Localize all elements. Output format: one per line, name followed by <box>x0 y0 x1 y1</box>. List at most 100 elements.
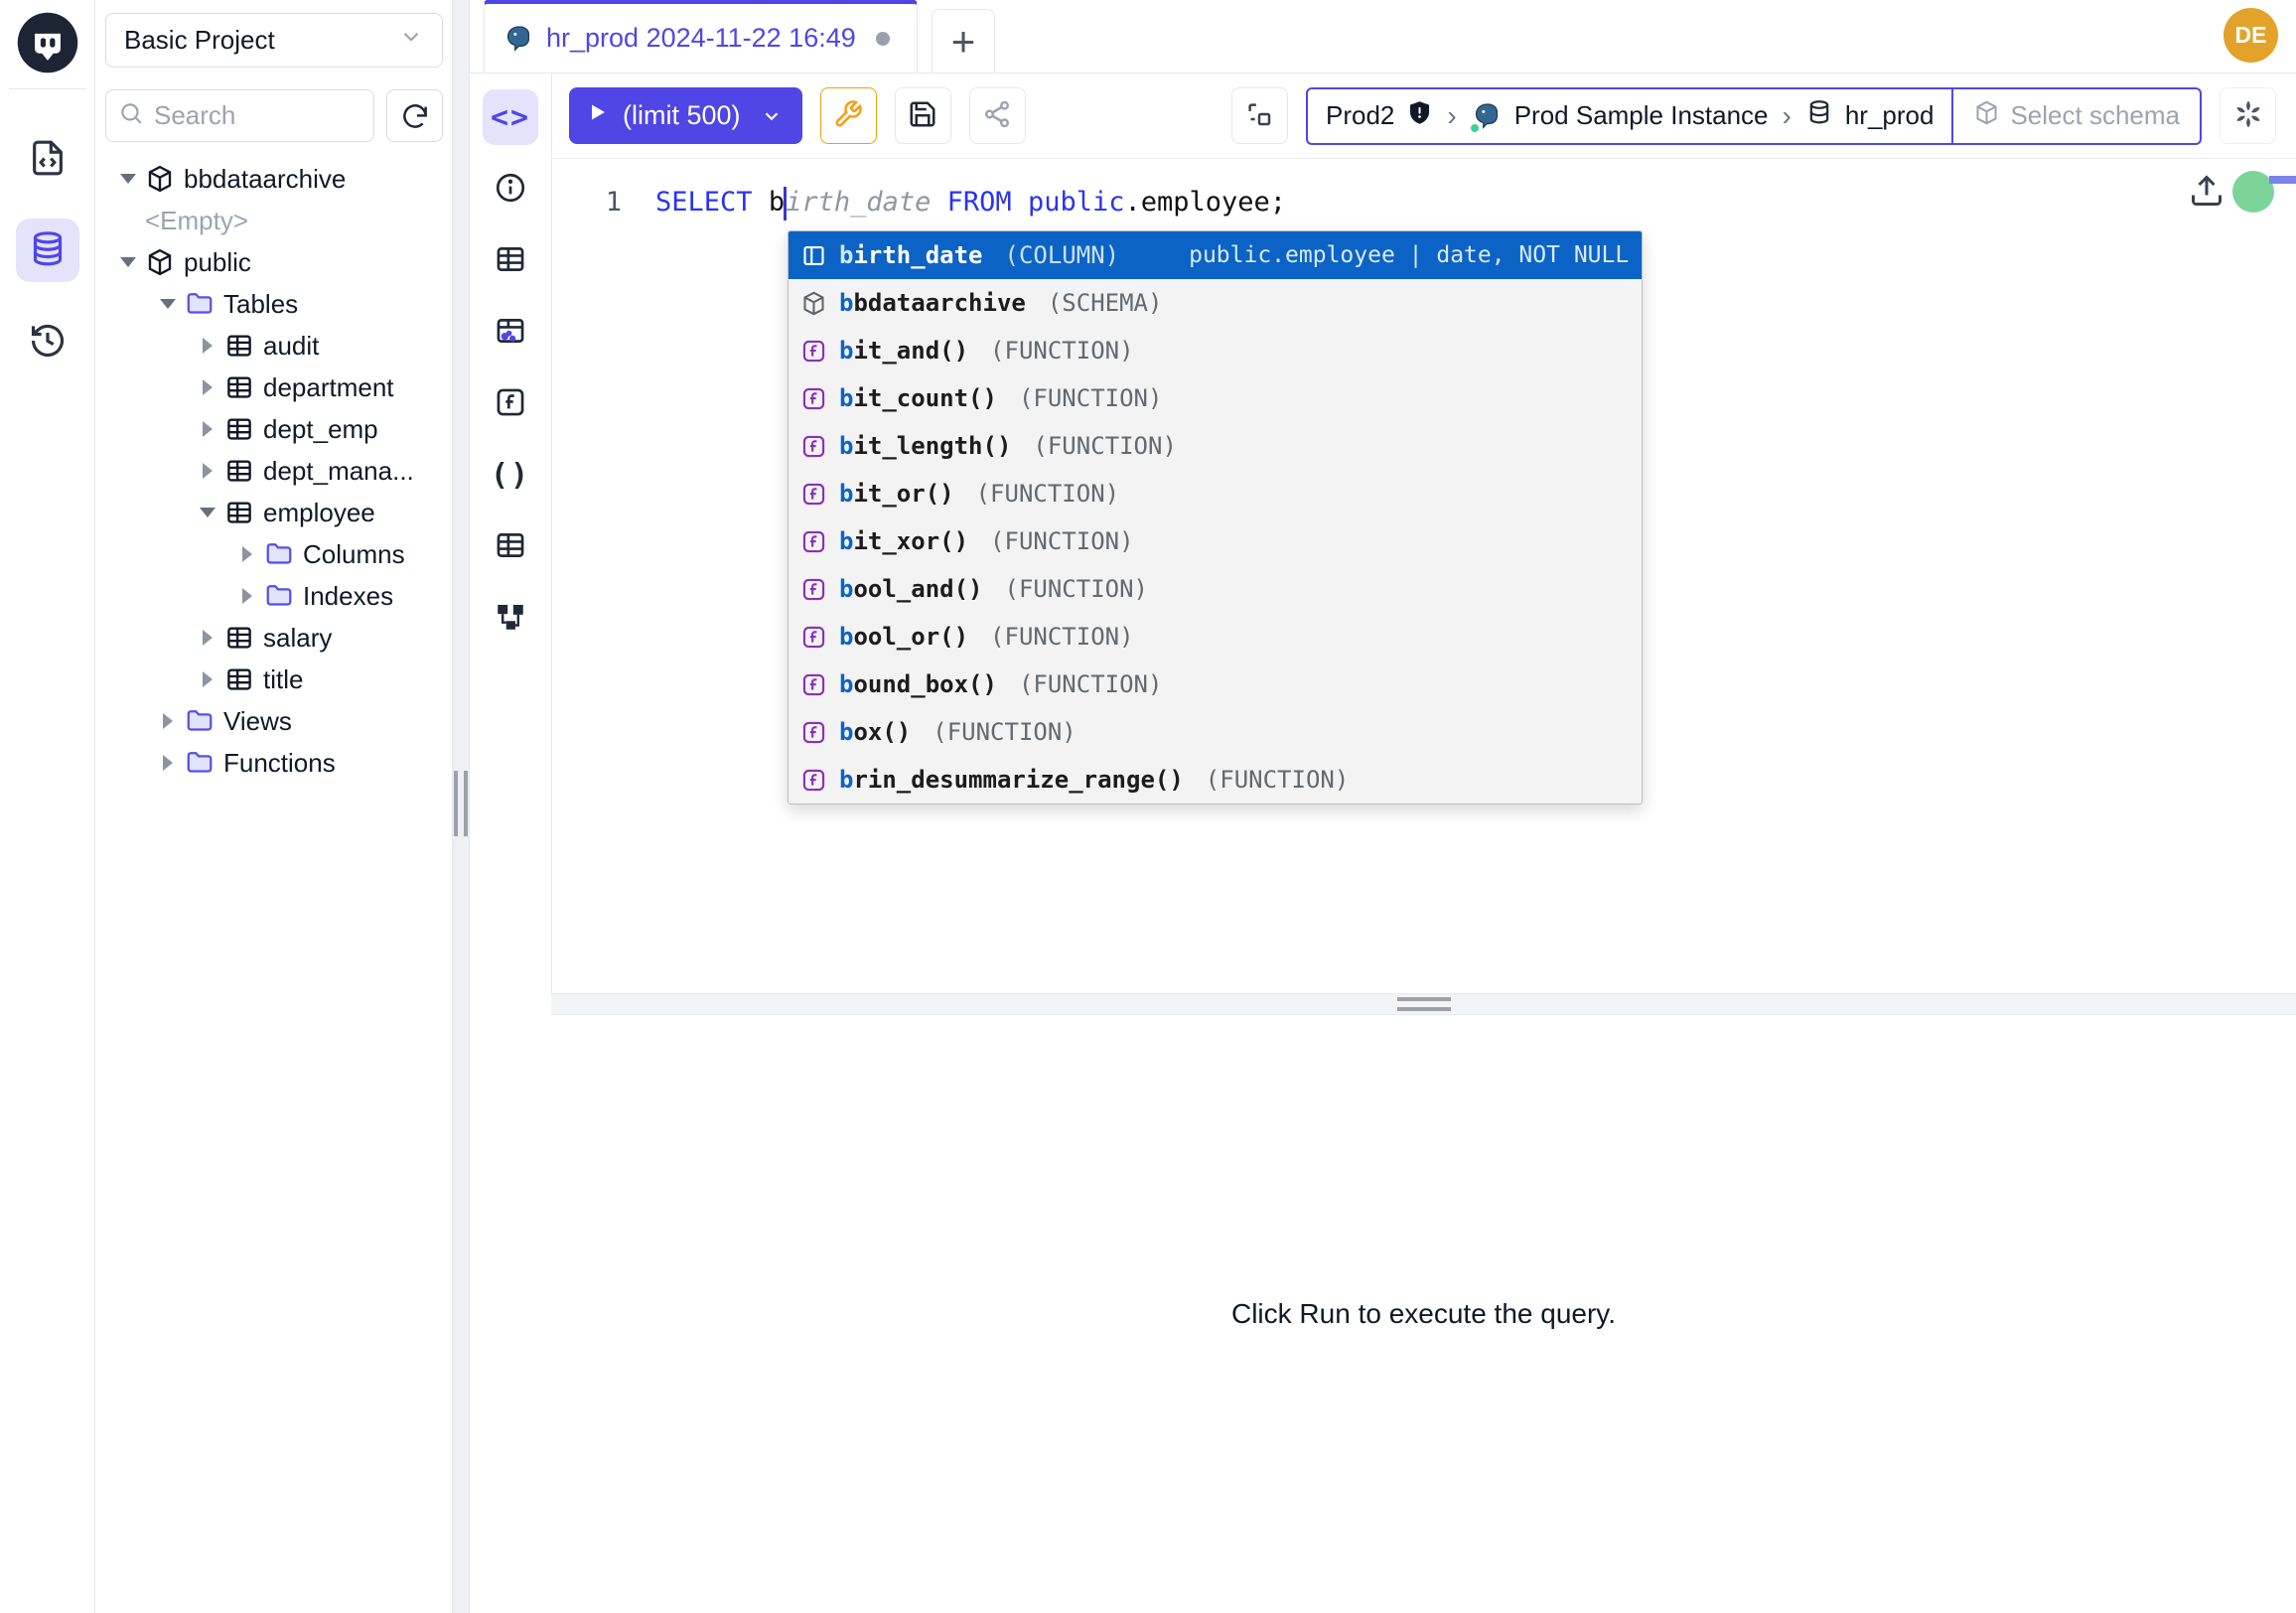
tree-expand-arrow-icon[interactable] <box>197 379 218 395</box>
tree-expand-arrow-icon[interactable] <box>236 588 258 604</box>
suggestion-bit_or[interactable]: bit_or()(FUNCTION) <box>789 470 1642 517</box>
results-resize-handle[interactable] <box>551 993 2296 1015</box>
tree-item-audit[interactable]: audit <box>95 325 452 367</box>
schema-diagram-tab-button[interactable] <box>483 590 538 646</box>
instance-label: Prod Sample Instance <box>1514 100 1769 131</box>
suggestion-bit_count[interactable]: bit_count()(FUNCTION) <box>789 374 1642 422</box>
suggestion-label: brin_desummarize_range() <box>839 766 1184 794</box>
suggestion-kind: (FUNCTION) <box>1019 670 1163 698</box>
databases-nav-button[interactable] <box>16 219 79 282</box>
er-diagram-tab-button[interactable] <box>483 304 538 360</box>
tree-expand-arrow-icon[interactable] <box>197 463 218 479</box>
tree-collapse-arrow-icon[interactable] <box>157 299 179 309</box>
search-input[interactable] <box>154 100 361 131</box>
table-detail-tab-button[interactable] <box>483 232 538 288</box>
search-box[interactable] <box>105 89 374 142</box>
tree-expand-arrow-icon[interactable] <box>197 421 218 437</box>
tree-item-label: dept_mana... <box>263 456 414 487</box>
suggestion-bound_box[interactable]: bound_box()(FUNCTION) <box>789 660 1642 708</box>
code-content: SELECT birth_date FROM public.employee; <box>655 181 1286 224</box>
tree-item-dept-mana[interactable]: dept_mana... <box>95 450 452 492</box>
tree-expand-arrow-icon[interactable] <box>197 338 218 354</box>
suggestion-detail: public.employee | date, NOT NULL <box>1189 242 1629 268</box>
unsaved-dot-icon <box>876 32 890 46</box>
upload-icon[interactable] <box>2189 173 2224 209</box>
refresh-button[interactable] <box>386 89 443 142</box>
folder-icon <box>264 539 294 569</box>
sql-editor-view-tab-button[interactable]: <> <box>483 89 538 145</box>
postgres-icon <box>502 23 534 55</box>
suggestion-label: bit_or() <box>839 480 954 508</box>
procedures-tab-button[interactable]: () <box>483 447 538 503</box>
functions-tab-button[interactable] <box>483 375 538 431</box>
share-button[interactable] <box>969 87 1026 144</box>
suggestion-birth_date[interactable]: birth_date(COLUMN)public.employee | date… <box>789 231 1642 279</box>
resize-grip-icon <box>1397 997 1451 1011</box>
ai-assistant-button[interactable] <box>2220 87 2276 144</box>
tree-item-empty[interactable]: <Empty> <box>95 200 452 241</box>
tree-item-title[interactable]: title <box>95 659 452 700</box>
tree-item-employee[interactable]: employee <box>95 492 452 533</box>
tree-item-salary[interactable]: salary <box>95 617 452 659</box>
save-button[interactable] <box>895 87 951 144</box>
tree-expand-arrow-icon[interactable] <box>157 713 179 729</box>
tree-expand-arrow-icon[interactable] <box>197 630 218 646</box>
tree-item-label: employee <box>263 498 375 528</box>
connection-icon-button[interactable] <box>1231 87 1288 144</box>
info-tab-button[interactable] <box>483 161 538 217</box>
external-tables-tab-button[interactable] <box>483 518 538 574</box>
table-icon <box>224 372 254 402</box>
tree-collapse-arrow-icon[interactable] <box>197 508 218 517</box>
tree-item-bbdataarchive[interactable]: bbdataarchive <box>95 158 452 200</box>
tree-item-indexes[interactable]: Indexes <box>95 575 452 617</box>
select-schema-button[interactable]: Select schema <box>1951 89 2200 143</box>
suggestion-box[interactable]: box()(FUNCTION) <box>789 708 1642 756</box>
chevron-down-icon <box>761 105 783 127</box>
table-icon <box>494 528 527 565</box>
tree-item-label: audit <box>263 331 319 362</box>
search-icon <box>118 100 144 131</box>
tree-item-dept-emp[interactable]: dept_emp <box>95 408 452 450</box>
sql-editor[interactable]: 1 SELECT birth_date FROM public.employee… <box>551 159 2296 993</box>
file-code-icon <box>28 138 68 181</box>
suggestion-brin_desummarize_range[interactable]: brin_desummarize_range() (FUNCTION) <box>789 756 1642 804</box>
bytebase-logo-icon[interactable] <box>15 10 80 75</box>
tree-expand-arrow-icon[interactable] <box>157 755 179 771</box>
worksheets-nav-button[interactable] <box>16 127 79 191</box>
folder-icon <box>264 581 294 611</box>
tree-collapse-arrow-icon[interactable] <box>117 174 139 184</box>
suggestion-bbdataarchive[interactable]: bbdataarchive(SCHEMA) <box>789 279 1642 327</box>
token-plain: b <box>769 187 785 218</box>
minimap-fragment <box>2269 176 2296 184</box>
suggestion-bit_and[interactable]: bit_and()(FUNCTION) <box>789 327 1642 374</box>
tree-item-public[interactable]: public <box>95 241 452 283</box>
format-sql-button[interactable] <box>820 87 877 144</box>
tree-item-tables[interactable]: Tables <box>95 283 452 325</box>
suggestion-kind: (FUNCTION) <box>1206 766 1350 794</box>
line-number: 1 <box>582 181 622 224</box>
run-button[interactable]: (limit 500) <box>569 87 802 144</box>
suggestion-label: bbdataarchive <box>839 289 1026 317</box>
history-nav-button[interactable] <box>16 310 79 373</box>
sidebar-resize-handle[interactable] <box>452 0 470 1613</box>
suggestion-bit_length[interactable]: bit_length()(FUNCTION) <box>789 422 1642 470</box>
tree-collapse-arrow-icon[interactable] <box>117 257 139 267</box>
suggestion-bool_and[interactable]: bool_and()(FUNCTION) <box>789 565 1642 613</box>
function-kind-icon <box>800 767 827 794</box>
tab-hr-prod[interactable]: hr_prod 2024-11-22 16:49 <box>484 0 918 73</box>
tree-item-department[interactable]: department <box>95 367 452 408</box>
tree-item-columns[interactable]: Columns <box>95 533 452 575</box>
suggestion-bit_xor[interactable]: bit_xor()(FUNCTION) <box>789 517 1642 565</box>
function-kind-icon <box>800 719 827 746</box>
connection-path[interactable]: Prod2 › Prod Sample Instance › hr_prod <box>1308 89 1951 143</box>
tree-expand-arrow-icon[interactable] <box>236 546 258 562</box>
tree-item-views[interactable]: Views <box>95 700 452 742</box>
tree-item-functions[interactable]: Functions <box>95 742 452 784</box>
new-tab-button[interactable]: + <box>932 9 995 73</box>
suggestion-bool_or[interactable]: bool_or()(FUNCTION) <box>789 613 1642 660</box>
project-selector[interactable]: Basic Project <box>105 13 443 68</box>
avatar[interactable]: DE <box>2224 8 2278 63</box>
ai-swirl-icon <box>2231 97 2265 134</box>
tree-expand-arrow-icon[interactable] <box>197 671 218 687</box>
rail-buttons <box>16 89 79 373</box>
